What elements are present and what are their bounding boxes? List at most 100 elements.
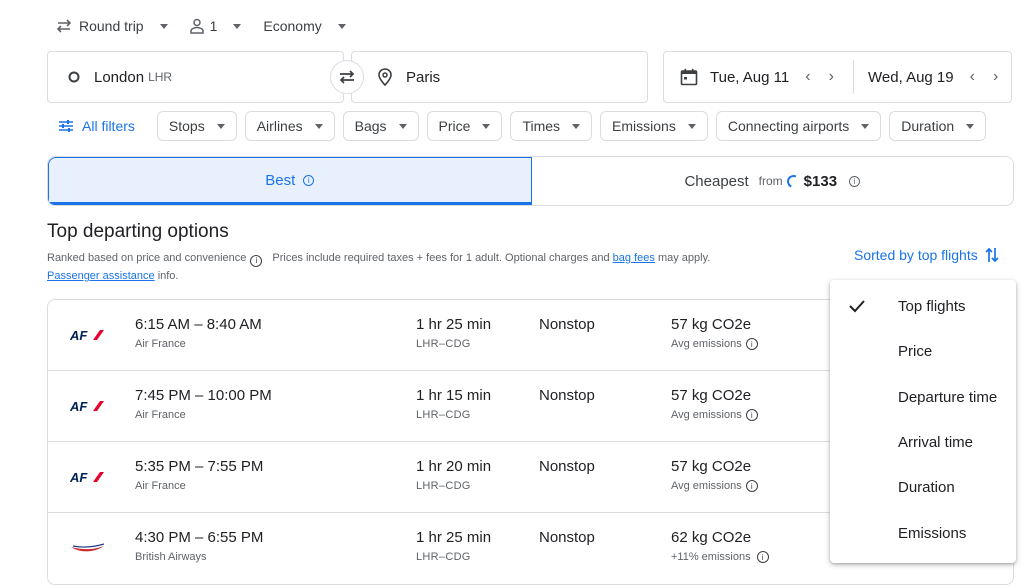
flight-stops: Nonstop [539,458,595,475]
chevron-left-icon[interactable]: ‹ [805,68,810,86]
filter-stops[interactable]: Stops [156,111,237,141]
sort-option-price[interactable]: Price [830,329,1016,374]
origin-circle-icon [68,71,80,83]
chevron-right-icon[interactable]: › [993,68,998,86]
flight-duration: 1 hr 15 min [416,387,492,404]
filter-label: Duration [901,118,955,134]
chevron-down-icon [233,23,242,29]
filter-bags[interactable]: Bags [342,111,419,141]
british-airways-logo [70,539,106,557]
all-filters-button[interactable]: All filters [58,118,135,134]
flight-times: 5:35 PM – 7:55 PM [135,458,264,475]
sort-option-label: Departure time [898,388,998,406]
sort-option-departure-time[interactable]: Departure time [830,375,1016,420]
filter-label: Bags [354,118,387,134]
person-icon [189,18,204,34]
info-icon[interactable]: i [745,409,758,421]
cabin-label: Economy [263,18,322,34]
origin-field[interactable]: London LHR [47,51,344,103]
emissions-note: Avg emissions i [671,409,768,421]
filter-duration[interactable]: Duration [889,111,987,141]
flight-emissions: 57 kg CO2e [671,316,752,333]
tab-cheapest[interactable]: Cheapest from $133 i [532,157,1014,205]
svg-text:AF: AF [70,399,88,413]
info-icon[interactable]: i [849,175,861,187]
sort-option-label: Duration [898,479,955,497]
sort-option-label: Price [898,343,933,361]
emissions-note-label: +11% emissions [671,551,751,563]
filter-connecting-airports[interactable]: Connecting airports [715,111,882,141]
location-pin-icon [378,68,392,86]
filter-price[interactable]: Price [426,111,503,141]
sort-option-emissions[interactable]: Emissions [830,510,1016,555]
filter-times[interactable]: Times [510,111,593,141]
emissions-note-label: Avg emissions [671,338,742,350]
cabin-select[interactable]: Economy [263,18,346,34]
flight-route: LHR–CDG [416,409,471,421]
sort-button[interactable]: Sorted by top flights [854,246,1000,264]
filter-airlines[interactable]: Airlines [244,111,335,141]
flight-stops: Nonstop [539,316,595,333]
airline-name: Air France [135,480,186,492]
sorted-label: Sorted by top flights [854,247,978,263]
info-icon[interactable]: i [745,338,758,350]
calendar-icon [680,68,698,86]
filter-bar: All filters Stops Airlines Bags Price Ti… [58,111,987,141]
air-france-logo: AF [70,326,106,344]
all-filters-label: All filters [82,118,135,134]
info-icon[interactable]: i [745,480,758,492]
emissions-note-label: Avg emissions [671,409,742,421]
svg-text:AF: AF [70,470,88,484]
dates-field: Tue, Aug 11 ‹ › Wed, Aug 19 ‹ › [663,51,1012,103]
from-label: from [758,174,783,188]
origin-city: London [94,68,145,86]
may-apply-text: may apply. [657,252,711,264]
sort-option-arrival-time[interactable]: Arrival time [830,420,1016,465]
info-icon[interactable]: i [756,551,769,563]
flight-stops: Nonstop [539,529,595,546]
chevron-left-icon[interactable]: ‹ [970,68,975,86]
passengers-select[interactable]: 1 [189,18,242,34]
filter-label: Emissions [612,118,676,134]
tab-best-label: Best [265,171,296,189]
emissions-note: +11% emissions i [671,551,779,563]
flight-emissions: 57 kg CO2e [671,458,752,475]
flight-emissions: 57 kg CO2e [671,387,752,404]
section-title: Top departing options [47,221,229,242]
chevron-down-icon [572,123,581,129]
bag-fees-link[interactable]: bag fees [613,252,655,264]
chevron-down-icon [398,123,407,129]
flight-duration: 1 hr 25 min [416,316,492,333]
return-date: Wed, Aug 19 [868,68,954,86]
tab-best[interactable]: Best i [48,157,532,205]
air-france-logo: AF [70,468,106,486]
depart-date-field[interactable]: Tue, Aug 11 ‹ › [664,60,854,94]
flight-duration: 1 hr 20 min [416,458,492,475]
filter-emissions[interactable]: Emissions [600,111,708,141]
passengers-count: 1 [209,18,218,34]
trip-type-select[interactable]: Round trip [55,18,168,34]
tab-cheapest-label: Cheapest [684,172,749,190]
airline-name: Air France [135,409,186,421]
filter-label: Times [522,118,561,134]
flight-route: LHR–CDG [416,480,471,492]
info-text: info. [157,270,179,282]
return-date-field[interactable]: Wed, Aug 19 ‹ › [854,52,998,102]
passenger-assistance-link[interactable]: Passenger assistance [47,270,155,282]
destination-field[interactable]: Paris [351,51,648,103]
sort-option-label: Arrival time [898,434,974,452]
chevron-down-icon [861,123,870,129]
swap-button[interactable] [330,60,364,94]
info-icon[interactable]: i [250,255,263,267]
info-icon[interactable]: i [303,174,315,186]
sort-option-duration[interactable]: Duration [830,465,1016,510]
loading-spinner-icon [784,172,802,190]
origin-code: LHR [148,70,173,84]
round-trip-icon [55,18,73,34]
chevron-down-icon [482,123,491,129]
sort-arrows-icon [984,246,1000,264]
sort-option-top-flights[interactable]: Top flights [830,284,1016,329]
sort-menu: Top flights Price Departure time Arrival… [830,280,1016,563]
check-icon [848,299,866,317]
chevron-right-icon[interactable]: › [829,68,834,86]
